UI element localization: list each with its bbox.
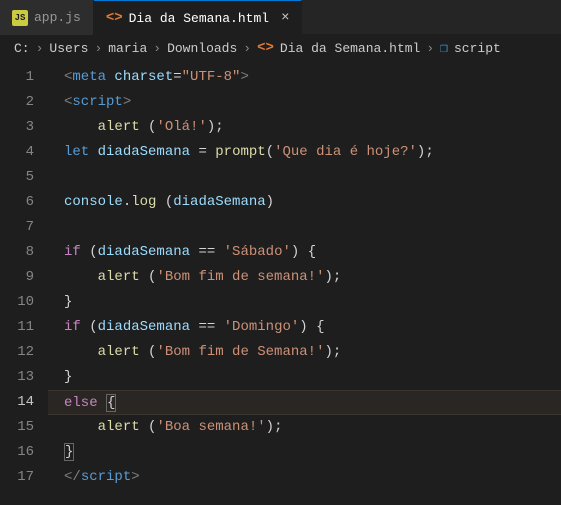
html-icon: <>	[106, 10, 123, 26]
code-line-active: else {	[48, 390, 561, 415]
code-line: }	[48, 290, 561, 315]
code-line: alert ('Bom fim de semana!');	[48, 265, 561, 290]
chevron-right-icon: ›	[94, 41, 102, 56]
close-icon[interactable]: ×	[281, 10, 289, 26]
tab-appjs[interactable]: JS app.js	[0, 0, 94, 35]
bc-part: Downloads	[167, 41, 237, 56]
chevron-right-icon: ›	[243, 41, 251, 56]
html-icon: <>	[257, 40, 274, 56]
code-line: alert ('Bom fim de Semana!');	[48, 340, 561, 365]
chevron-right-icon: ›	[36, 41, 44, 56]
code-line	[48, 215, 561, 240]
bc-part: Users	[49, 41, 88, 56]
bc-file: Dia da Semana.html	[280, 41, 420, 56]
code-line: let diadaSemana = prompt('Que dia é hoje…	[48, 140, 561, 165]
code-editor[interactable]: 1234 5678 9101112 13141516 17 <meta char…	[0, 61, 561, 490]
code-line: </script>	[48, 465, 561, 490]
chevron-right-icon: ›	[153, 41, 161, 56]
tab-label: app.js	[34, 10, 81, 25]
bc-part: C:	[14, 41, 30, 56]
code-line	[48, 165, 561, 190]
code-line: if (diadaSemana == 'Sábado') {	[48, 240, 561, 265]
bc-symbol: script	[454, 41, 501, 56]
code-line: console.log (diadaSemana)	[48, 190, 561, 215]
code-line: if (diadaSemana == 'Domingo') {	[48, 315, 561, 340]
code-line: <meta charset="UTF-8">	[48, 65, 561, 90]
breadcrumb[interactable]: C: › Users › maria › Downloads › <> Dia da S…	[0, 35, 561, 61]
symbol-icon: ❒	[440, 41, 448, 56]
line-number-gutter: 1234 5678 9101112 13141516 17	[0, 65, 48, 490]
code-line: <script>	[48, 90, 561, 115]
js-icon: JS	[12, 10, 28, 26]
chevron-right-icon: ›	[426, 41, 434, 56]
code-line: alert ('Olá!');	[48, 115, 561, 140]
code-line: alert ('Boa semana!');	[48, 415, 561, 440]
bc-part: maria	[108, 41, 147, 56]
tab-label: Dia da Semana.html	[129, 11, 269, 26]
code-line: }	[48, 440, 561, 465]
tab-dia-da-semana[interactable]: <> Dia da Semana.html ×	[94, 0, 303, 35]
code-area[interactable]: <meta charset="UTF-8"> <script> alert ('…	[48, 65, 561, 490]
code-line: }	[48, 365, 561, 390]
tab-bar: JS app.js <> Dia da Semana.html ×	[0, 0, 561, 35]
